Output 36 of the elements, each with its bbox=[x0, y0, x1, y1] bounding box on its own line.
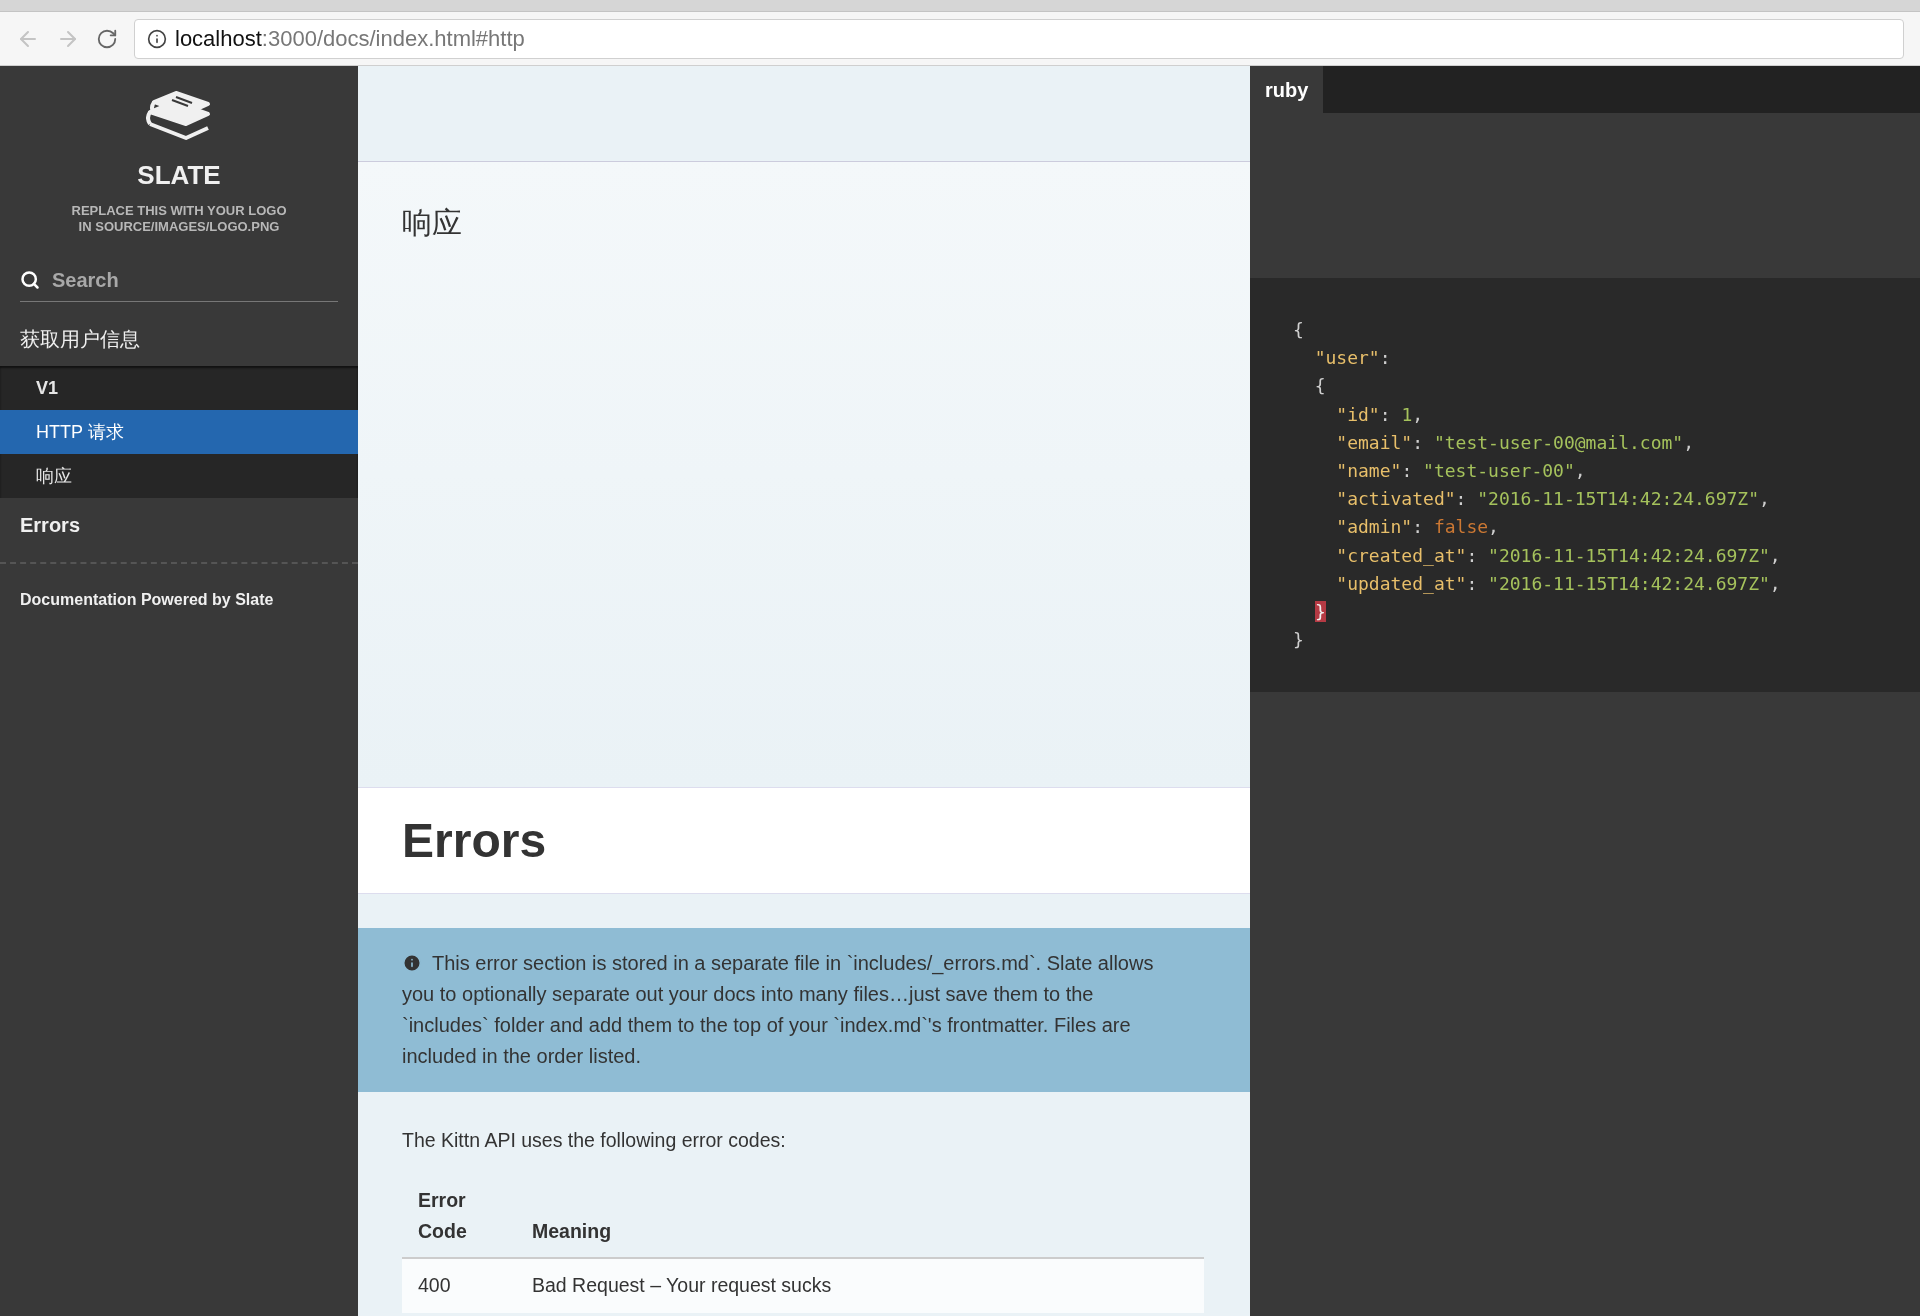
column-header: Error Code bbox=[402, 1175, 516, 1259]
language-tab[interactable]: ruby bbox=[1250, 66, 1324, 113]
section-heading: 响应 bbox=[402, 205, 463, 241]
errors-heading: Errors bbox=[402, 812, 547, 869]
nav-subitem[interactable]: V1 bbox=[0, 366, 358, 410]
notice-text: This error section is stored in a separate file in `includes/_errors.md`. Slate allows you to optionally separate out your docs into many files…just save them to the `includes` folder and add them to the top of your `index.md`'s frontmatter. Files are included in the order listed. bbox=[402, 951, 1155, 1069]
table-cell: 400 bbox=[402, 1258, 516, 1313]
code-line: "activated": "2016-11-15T14:42:24.697Z", bbox=[1335, 487, 1770, 512]
code-line: "updated_at": "2016-11-15T14:42:24.697Z", bbox=[1335, 571, 1781, 596]
info-icon bbox=[402, 953, 422, 973]
nav-item[interactable]: 获取用户信息 bbox=[0, 312, 358, 366]
url-text: localhost:3000/docs/index.html#http bbox=[175, 25, 525, 53]
books-logo-icon bbox=[146, 90, 212, 142]
column-header: Meaning bbox=[516, 1175, 1204, 1259]
logo-subtitle: REPLACE THIS WITH YOUR LOGO IN SOURCE/IMAGES/LOGO.PNG bbox=[71, 203, 287, 235]
code-line: "created_at": "2016-11-15T14:42:24.697Z", bbox=[1335, 543, 1781, 568]
address-bar[interactable]: localhost:3000/docs/index.html#http bbox=[134, 18, 1904, 59]
nav-subitem[interactable]: HTTP 请求 bbox=[0, 410, 358, 454]
nav-item[interactable]: Errors bbox=[0, 498, 358, 552]
code-line: "user": bbox=[1313, 346, 1391, 371]
search-icon bbox=[20, 270, 40, 290]
logo-title: SLATE bbox=[137, 159, 221, 192]
code-line: "email": "test-user-00@mail.com", bbox=[1335, 430, 1694, 455]
nav-subitem[interactable]: 响应 bbox=[0, 454, 358, 498]
intro-text: The Kittn API uses the following error codes: bbox=[401, 1128, 787, 1153]
code-line: "id": 1, bbox=[1335, 402, 1424, 427]
info-icon bbox=[147, 28, 167, 49]
search-field[interactable]: Search bbox=[52, 265, 302, 295]
footer-link[interactable]: Documentation Powered by Slate bbox=[0, 588, 358, 612]
code-line: { bbox=[1293, 318, 1304, 342]
code-line: "name": "test-user-00", bbox=[1335, 459, 1586, 483]
table-cell: Bad Request – Your request sucks bbox=[516, 1258, 1204, 1313]
code-line: } bbox=[1293, 628, 1304, 653]
reload-icon[interactable] bbox=[96, 27, 118, 50]
code-line: "admin": false, bbox=[1335, 515, 1499, 540]
code-line: { bbox=[1313, 374, 1326, 399]
